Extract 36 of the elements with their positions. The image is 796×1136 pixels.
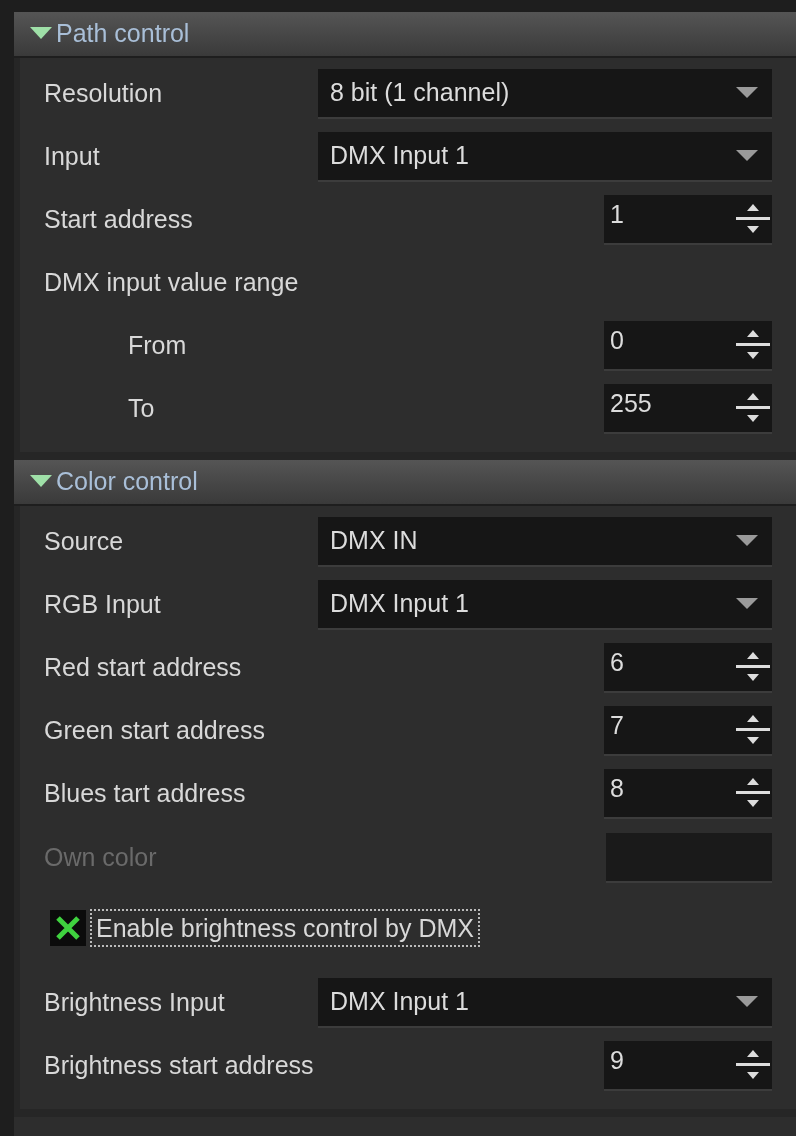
dropdown-caret-icon xyxy=(736,597,758,610)
section-header[interactable]: Path control xyxy=(14,12,796,58)
field-label: Blues tart address xyxy=(44,777,246,809)
dropdown[interactable]: DMX Input 1 xyxy=(318,579,772,630)
spin-box[interactable]: 6 xyxy=(604,642,772,693)
field-label: Source xyxy=(44,526,124,555)
field-label: DMX input value range xyxy=(44,266,299,298)
dropdown[interactable]: DMX Input 1 xyxy=(318,977,772,1028)
check-x-icon xyxy=(55,915,81,941)
field-label: Red start address xyxy=(44,651,242,683)
dropdown[interactable]: DMX IN xyxy=(318,516,772,567)
dropdown[interactable]: DMX Input 1 xyxy=(318,131,772,182)
field-label: Brightness start address xyxy=(44,1049,314,1081)
checkbox[interactable] xyxy=(50,910,86,946)
field-label: Brightness Input xyxy=(44,987,225,1016)
field-label: Input xyxy=(44,141,100,170)
section-header[interactable]: Color control xyxy=(14,460,796,506)
field-label: To xyxy=(127,392,155,424)
field-label: Start address xyxy=(44,203,193,235)
field-label: Green start address xyxy=(44,714,265,746)
spin-box[interactable]: 0 xyxy=(604,320,772,371)
dropdown-caret-icon xyxy=(736,995,758,1008)
spin-box[interactable]: 1 xyxy=(604,194,772,245)
field-label: From xyxy=(127,329,187,361)
dropdown-caret-icon xyxy=(736,534,758,547)
spin-box[interactable]: 9 xyxy=(604,1040,772,1091)
dropdown[interactable]: 8 bit (1 channel) xyxy=(318,68,772,119)
field-label: Own color xyxy=(44,842,157,874)
spin-box[interactable]: 7 xyxy=(604,705,772,756)
field-label: RGB Input xyxy=(44,589,161,618)
spin-box[interactable]: 255 xyxy=(604,383,772,434)
checkbox-label[interactable]: Enable brightness control by DMX xyxy=(90,909,480,947)
dropdown-caret-icon xyxy=(736,149,758,162)
spin-box[interactable]: 8 xyxy=(604,768,772,819)
dropdown-caret-icon xyxy=(736,86,758,99)
field-label: Resolution xyxy=(44,78,163,107)
